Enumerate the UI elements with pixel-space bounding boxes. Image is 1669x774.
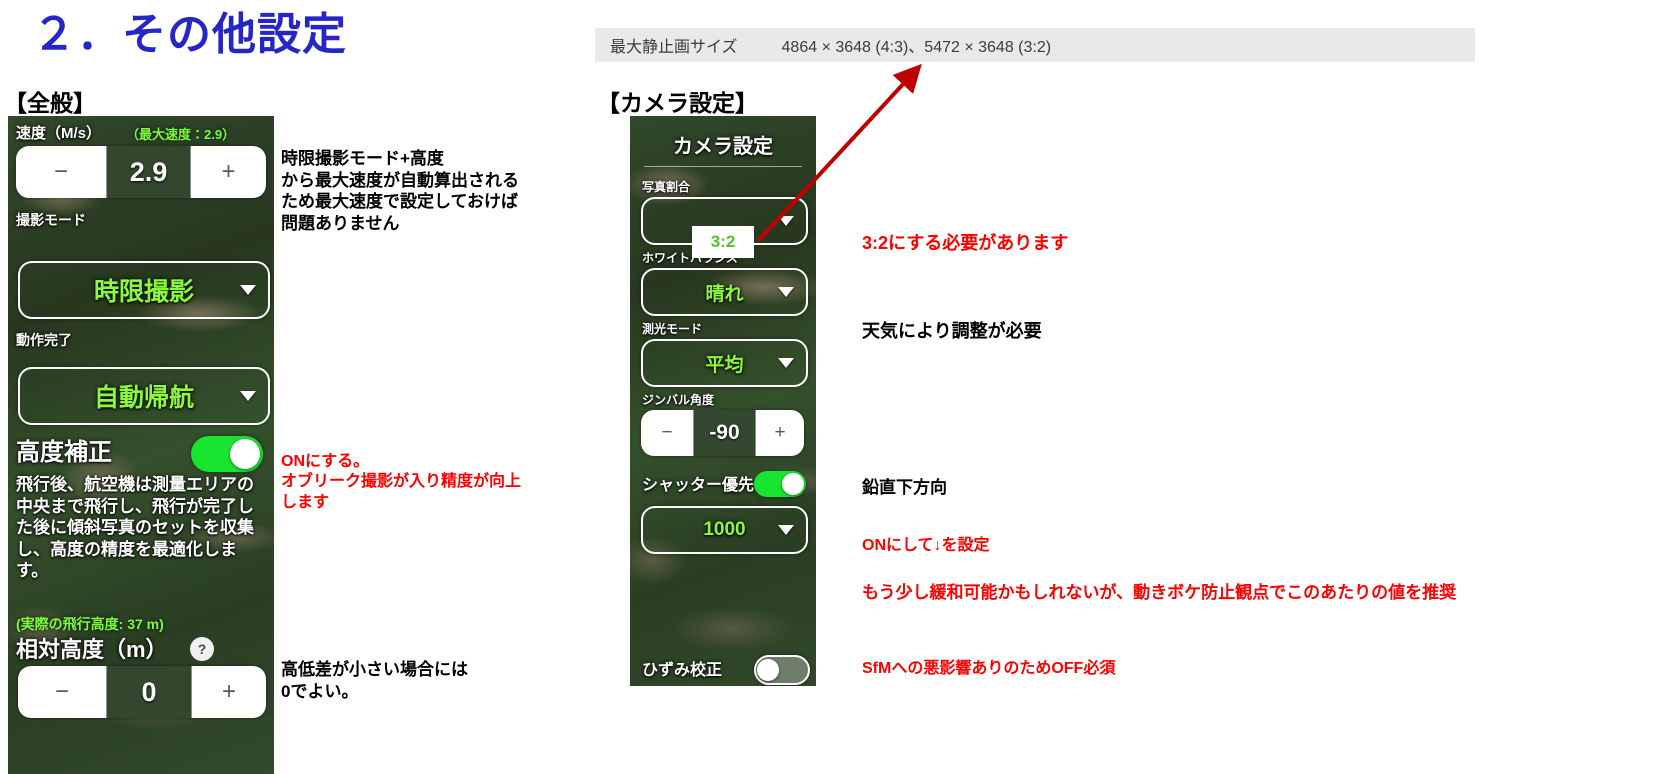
- general-settings-panel: 速度（M/s） （最大速度：2.9） − 2.9 + 撮影モード 時限撮影 動作…: [8, 116, 274, 774]
- shutter-speed-dropdown[interactable]: 1000: [641, 506, 808, 554]
- camera-settings-panel: カメラ設定 写真割合 3:2 ホワイトバランス 晴れ 測光モード 平均 ジンバル…: [630, 116, 816, 686]
- speed-stepper[interactable]: − 2.9 +: [16, 146, 266, 198]
- actual-flight-altitude-note: (実際の飛行高度: 37 m): [16, 616, 164, 632]
- annotation-speed: 時限撮影モード+高度 から最大速度が自動算出される ため最大速度で設定しておけば…: [281, 149, 519, 233]
- photo-ratio-highlight-callout: 3:2: [692, 226, 754, 258]
- gimbal-angle-stepper[interactable]: − -90 +: [641, 410, 804, 456]
- gimbal-angle-increment-button[interactable]: +: [756, 410, 804, 456]
- help-icon[interactable]: ?: [190, 637, 214, 661]
- altitude-correction-description: 飛行後、航空機は測量エリアの中央まで飛行し、飛行が完了した後に傾斜写真のセットを…: [16, 475, 254, 581]
- white-balance-value: 晴れ: [705, 283, 744, 305]
- section-heading-camera: 【カメラ設定】: [597, 90, 758, 116]
- speed-max-note: （最大速度：2.9）: [126, 127, 236, 142]
- toggle-knob: [782, 473, 804, 495]
- chevron-down-icon: [240, 285, 256, 295]
- camera-panel-title: カメラ設定: [673, 136, 773, 158]
- chevron-down-icon: [778, 287, 794, 297]
- divider: [644, 166, 802, 167]
- max-still-image-size-banner: 最大静止画サイズ 4864 × 3648 (4:3)、5472 × 3648 (…: [595, 28, 1475, 62]
- gimbal-angle-decrement-button[interactable]: −: [641, 410, 693, 456]
- altitude-correction-label: 高度補正: [16, 439, 112, 466]
- annotation-photo-ratio: 3:2にする必要があります: [862, 233, 1069, 253]
- relative-altitude-label: 相対高度（m）: [16, 637, 168, 662]
- on-complete-value: 自動帰航: [93, 384, 194, 412]
- chevron-down-icon: [240, 391, 256, 401]
- on-complete-dropdown[interactable]: 自動帰航: [18, 367, 270, 425]
- shutter-priority-toggle[interactable]: [754, 471, 806, 497]
- annotation-relative-altitude: 高低差が小さい場合には 0でよい。: [281, 660, 468, 701]
- distortion-correction-toggle[interactable]: [754, 655, 810, 685]
- shoot-mode-label: 撮影モード: [16, 212, 86, 228]
- annotation-altitude-correction: ONにする。 オブリーク撮影が入り精度が向上 します: [281, 453, 522, 511]
- section-heading-general: 【全般】: [4, 90, 96, 116]
- metering-mode-dropdown[interactable]: 平均: [641, 339, 808, 387]
- annotation-white-balance: 天気により調整が必要: [862, 321, 1042, 341]
- annotation-shutter-value: もう少し緩和可能かもしれないが、動きボケ防止観点でこのあたりの値を推奨: [862, 583, 1457, 602]
- metering-mode-value: 平均: [705, 354, 744, 376]
- page-title: ２．その他設定: [32, 10, 347, 59]
- toggle-knob: [230, 439, 260, 469]
- chevron-down-icon: [778, 358, 794, 368]
- annotation-shutter-priority: ONにして↓を設定: [862, 537, 990, 554]
- relative-altitude-decrement-button[interactable]: −: [18, 666, 106, 718]
- spec-label: 最大静止画サイズ: [610, 39, 738, 56]
- photo-ratio-label: 写真割合: [642, 180, 691, 194]
- annotation-gimbal: 鉛直下方向: [862, 478, 947, 497]
- metering-mode-label: 測光モード: [642, 322, 703, 336]
- relative-altitude-stepper[interactable]: − 0 +: [18, 666, 266, 718]
- altitude-correction-toggle[interactable]: [191, 436, 263, 472]
- shoot-mode-value: 時限撮影: [93, 278, 194, 306]
- distortion-correction-label: ひずみ校正: [642, 662, 723, 679]
- gimbal-angle-label: ジンバル角度: [642, 393, 715, 407]
- annotation-distortion: SfMへの悪影響ありのためOFF必須: [862, 660, 1116, 677]
- chevron-down-icon: [778, 525, 794, 535]
- shutter-speed-value: 1000: [703, 519, 746, 540]
- toggle-knob: [757, 659, 779, 681]
- speed-value[interactable]: 2.9: [106, 146, 191, 198]
- relative-altitude-increment-button[interactable]: +: [192, 666, 266, 718]
- white-balance-dropdown[interactable]: 晴れ: [641, 268, 808, 316]
- relative-altitude-value[interactable]: 0: [106, 666, 192, 718]
- speed-decrement-button[interactable]: −: [16, 146, 106, 198]
- chevron-down-icon: [778, 216, 794, 226]
- spec-value: 4864 × 3648 (4:3)、5472 × 3648 (3:2): [781, 39, 1052, 56]
- speed-label: 速度（M/s）: [16, 125, 102, 142]
- shutter-priority-label: シャッター優先: [642, 477, 755, 494]
- gimbal-angle-value[interactable]: -90: [693, 410, 756, 456]
- speed-increment-button[interactable]: +: [191, 146, 266, 198]
- shoot-mode-dropdown[interactable]: 時限撮影: [18, 261, 270, 319]
- on-complete-label: 動作完了: [16, 332, 72, 348]
